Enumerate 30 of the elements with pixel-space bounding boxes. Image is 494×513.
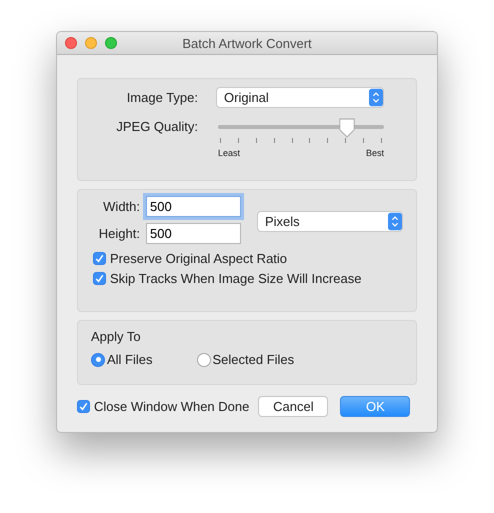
- height-field[interactable]: 500: [146, 223, 241, 244]
- image-type-dropdown[interactable]: Original: [216, 87, 384, 108]
- checkbox-label: Preserve Original Aspect Ratio: [110, 251, 288, 266]
- quality-slider[interactable]: [218, 118, 384, 138]
- radio-label: All Files: [107, 352, 153, 367]
- window-title: Batch Artwork Convert: [182, 36, 312, 50]
- zoom-icon[interactable]: [105, 37, 117, 49]
- dropdown-arrows-icon: [369, 88, 383, 107]
- least-label: Least: [218, 148, 240, 158]
- checkbox-label: Close Window When Done: [94, 399, 250, 414]
- checkbox[interactable]: [93, 252, 106, 265]
- radio-button[interactable]: [91, 352, 105, 366]
- radio-button[interactable]: [196, 352, 211, 366]
- checkbox[interactable]: [77, 400, 90, 413]
- width-label: Width:: [102, 199, 140, 214]
- checkbox-label: Skip Tracks When Image Size Will Increase: [110, 271, 362, 286]
- radio-label: Selected Files: [212, 352, 294, 367]
- unit-dropdown[interactable]: Pixels: [257, 211, 403, 232]
- apply-to-label: Apply To: [91, 329, 142, 344]
- close-icon[interactable]: [65, 37, 77, 49]
- image-type-label: Image Type:: [126, 90, 198, 105]
- dropdown-arrows-icon: [388, 212, 402, 231]
- height-label: Height:: [98, 226, 140, 241]
- minimize-icon[interactable]: [85, 37, 97, 49]
- best-label: Best: [366, 148, 384, 158]
- jpeg-quality-label: JPEG Quality:: [115, 119, 198, 134]
- width-field[interactable]: 500: [146, 196, 241, 217]
- checkbox[interactable]: [93, 272, 106, 285]
- slider-thumb[interactable]: [338, 118, 356, 138]
- cancel-button[interactable]: Cancel: [258, 396, 328, 417]
